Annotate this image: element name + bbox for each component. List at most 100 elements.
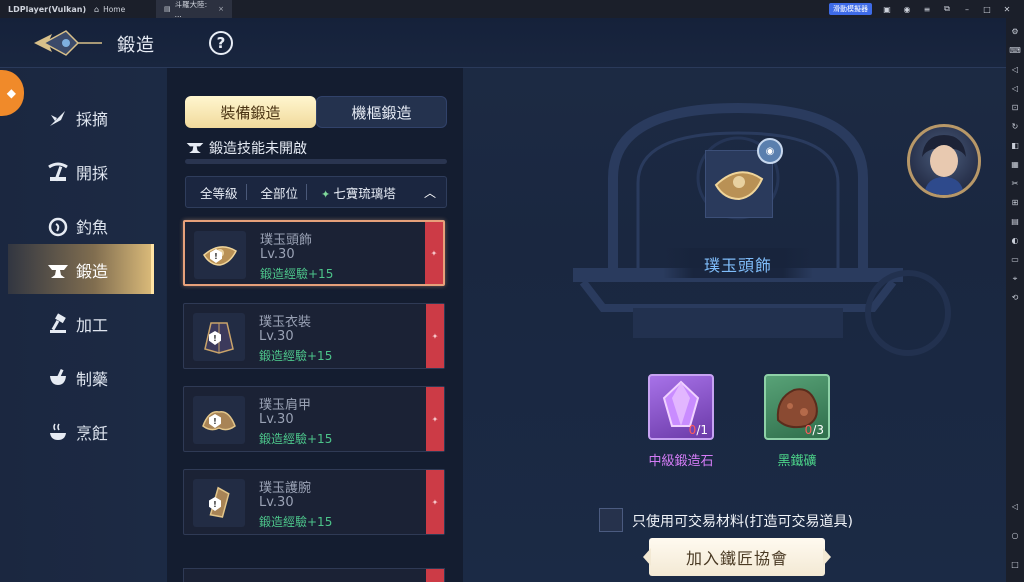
herb-icon: [46, 106, 70, 130]
item-name: 璞玉頭飾: [260, 233, 313, 248]
category-pharmacy[interactable]: 制藥: [46, 366, 108, 390]
window-controls: 滑動模擬器 ▣ ◉ ≡ ⧉ – □ ✕: [829, 0, 1024, 18]
home-nav-icon[interactable]: ○: [1008, 529, 1022, 543]
location-icon[interactable]: ⌖: [1008, 272, 1022, 286]
recipe-card[interactable]: ! 璞玉護腕 Lv.30 鍛造經驗+15 ✦: [183, 469, 445, 535]
item-thumbnail: !: [194, 231, 246, 279]
game-screen: 鍛造 ? 採摘 開採 釣魚 鍛造 加工 制藥 烹飪 ◆ 裝備鍛造 機樞鍛造 鍛造…: [0, 18, 1006, 582]
join-guild-button[interactable]: 加入鐵匠協會: [649, 538, 825, 576]
category-mining[interactable]: 開採: [46, 160, 108, 184]
filter-level[interactable]: 全等級: [186, 183, 246, 202]
close-tab-icon[interactable]: ×: [218, 5, 224, 13]
minimize-icon[interactable]: –: [962, 5, 972, 14]
item-thumbnail: !: [193, 479, 245, 527]
category-processing[interactable]: 加工: [46, 312, 108, 336]
back-arrow-icon[interactable]: [30, 28, 104, 58]
chevron-up-icon[interactable]: ︿: [424, 184, 436, 201]
character-portrait[interactable]: [907, 124, 981, 198]
filter-set-label: 七寶琉璃塔: [333, 185, 396, 201]
folder-icon[interactable]: ▭: [1008, 253, 1022, 267]
game-tab-icon: ▤: [164, 5, 171, 13]
app-name: LDPlayer(Vulkan): [8, 4, 87, 14]
emulator-titlebar: LDPlayer(Vulkan) ⌂ Home ▤ 斗羅大陸: ... × 滑動…: [0, 0, 1024, 19]
menu-icon[interactable]: ≡: [922, 5, 932, 14]
recents-nav-icon[interactable]: □: [1008, 558, 1022, 572]
sync-icon[interactable]: ↻: [1008, 120, 1022, 134]
category-fishing[interactable]: 釣魚: [46, 214, 108, 238]
category-label: 釣魚: [76, 218, 109, 237]
material-count: 0/1: [688, 423, 708, 437]
skill-progress-bar: [185, 159, 447, 164]
recipe-card-partial[interactable]: [183, 568, 445, 582]
help-icon[interactable]: ?: [209, 31, 233, 55]
maximize-icon[interactable]: □: [982, 5, 992, 14]
record-icon[interactable]: ▦: [1008, 158, 1022, 172]
multi-instance-icon[interactable]: ⊞: [1008, 196, 1022, 210]
card-side-tab: ✦: [426, 470, 444, 534]
category-cooking[interactable]: 烹飪: [46, 420, 108, 444]
material-name: 中級鍛造石: [648, 454, 714, 469]
material-slot[interactable]: 0/1: [648, 374, 714, 440]
volume-down-icon[interactable]: ◁: [1008, 82, 1022, 96]
rotate-icon[interactable]: ⟲: [1008, 291, 1022, 305]
home-tab-label: Home: [103, 4, 126, 14]
back-nav-icon[interactable]: ◁: [1008, 500, 1022, 514]
app-brand: LDPlayer(Vulkan): [0, 4, 87, 14]
item-thumbnail: !: [193, 396, 245, 444]
category-forging[interactable]: 鍛造: [46, 258, 108, 282]
keyboard-icon[interactable]: ⌨: [1008, 44, 1022, 58]
home-tab[interactable]: ⌂ Home: [86, 0, 133, 18]
filter-bar: 全等級 全部位 ✦ 七寶琉璃塔 ︿: [185, 176, 447, 208]
close-window-icon[interactable]: ✕: [1002, 5, 1012, 14]
category-picking[interactable]: 採摘: [46, 106, 108, 130]
skill-status: 鍛造技能未開啟: [185, 138, 307, 158]
gamepad-icon[interactable]: ▣: [882, 5, 892, 14]
item-name: 璞玉衣裝: [259, 315, 312, 330]
macro-icon[interactable]: ▤: [1008, 215, 1022, 229]
emulator-toolbar: ⚙ ⌨ ◁ ◁ ⊡ ↻ ◧ ▦ ✂ ⊞ ▤ ◐ ▭ ⌖ ⟲ ◁ ○ □: [1006, 18, 1024, 582]
shake-icon[interactable]: ◐: [1008, 234, 1022, 248]
item-level: Lv.30: [259, 412, 294, 427]
forge-tabs: 裝備鍛造 機樞鍛造: [185, 96, 447, 128]
game-header: 鍛造 ?: [0, 18, 1006, 68]
cooking-icon: [46, 420, 70, 444]
category-label: 開採: [76, 164, 109, 183]
material-count: 0/3: [804, 423, 824, 437]
fishing-icon: [46, 214, 70, 238]
android-nav: ◁ ○ □: [1006, 497, 1024, 574]
apk-icon[interactable]: ◧: [1008, 139, 1022, 153]
item-exp: 鍛造經驗+15: [260, 267, 334, 281]
item-thumbnail: !: [193, 313, 245, 361]
tab-equipment-forging[interactable]: 裝備鍛造: [185, 96, 316, 128]
set-icon: ✦: [321, 187, 331, 201]
recipe-card[interactable]: ! 璞玉肩甲 Lv.30 鍛造經驗+15 ✦: [183, 386, 445, 452]
game-tab[interactable]: ▤ 斗羅大陸: ... ×: [156, 0, 232, 19]
filter-slot[interactable]: 全部位: [247, 183, 307, 202]
settings-icon[interactable]: ⚙: [1008, 25, 1022, 39]
filter-set[interactable]: ✦ 七寶琉璃塔: [307, 183, 404, 202]
material-slot[interactable]: 0/3: [764, 374, 830, 440]
card-side-tab: ✦: [426, 387, 444, 451]
category-panel: 採摘 開採 釣魚 鍛造 加工 制藥 烹飪: [0, 68, 166, 582]
card-side-tab: ✦: [425, 222, 443, 284]
account-icon[interactable]: ◉: [902, 5, 912, 14]
recipe-card[interactable]: ! 璞玉頭飾 Lv.30 鍛造經驗+15 ✦: [183, 220, 445, 286]
scissors-icon[interactable]: ✂: [1008, 177, 1022, 191]
restore-icon[interactable]: ⧉: [942, 4, 952, 14]
tradable-only-checkbox[interactable]: [599, 508, 623, 532]
tradable-only-label: 只使用可交易材料(打造可交易道具): [632, 514, 853, 530]
category-label: 加工: [76, 316, 109, 335]
recipe-list-panel: 裝備鍛造 機樞鍛造 鍛造技能未開啟 全等級 全部位 ✦ 七寶琉璃塔 ︿ ! 璞玉頭…: [167, 68, 463, 582]
category-label: 採摘: [76, 110, 109, 129]
recipe-card[interactable]: ! 璞玉衣裝 Lv.30 鍛造經驗+15 ✦: [183, 303, 445, 369]
card-side-tab: [426, 569, 444, 582]
screenshot-icon[interactable]: ⊡: [1008, 101, 1022, 115]
eye-icon[interactable]: ◉: [757, 138, 783, 164]
pickaxe-icon: [46, 160, 70, 184]
home-icon: ⌂: [94, 4, 100, 14]
mortar-icon: [46, 366, 70, 390]
gesture-badge[interactable]: 滑動模擬器: [829, 3, 872, 15]
tab-mechanism-forging[interactable]: 機樞鍛造: [316, 96, 447, 128]
item-exp: 鍛造經驗+15: [259, 432, 333, 446]
volume-up-icon[interactable]: ◁: [1008, 63, 1022, 77]
